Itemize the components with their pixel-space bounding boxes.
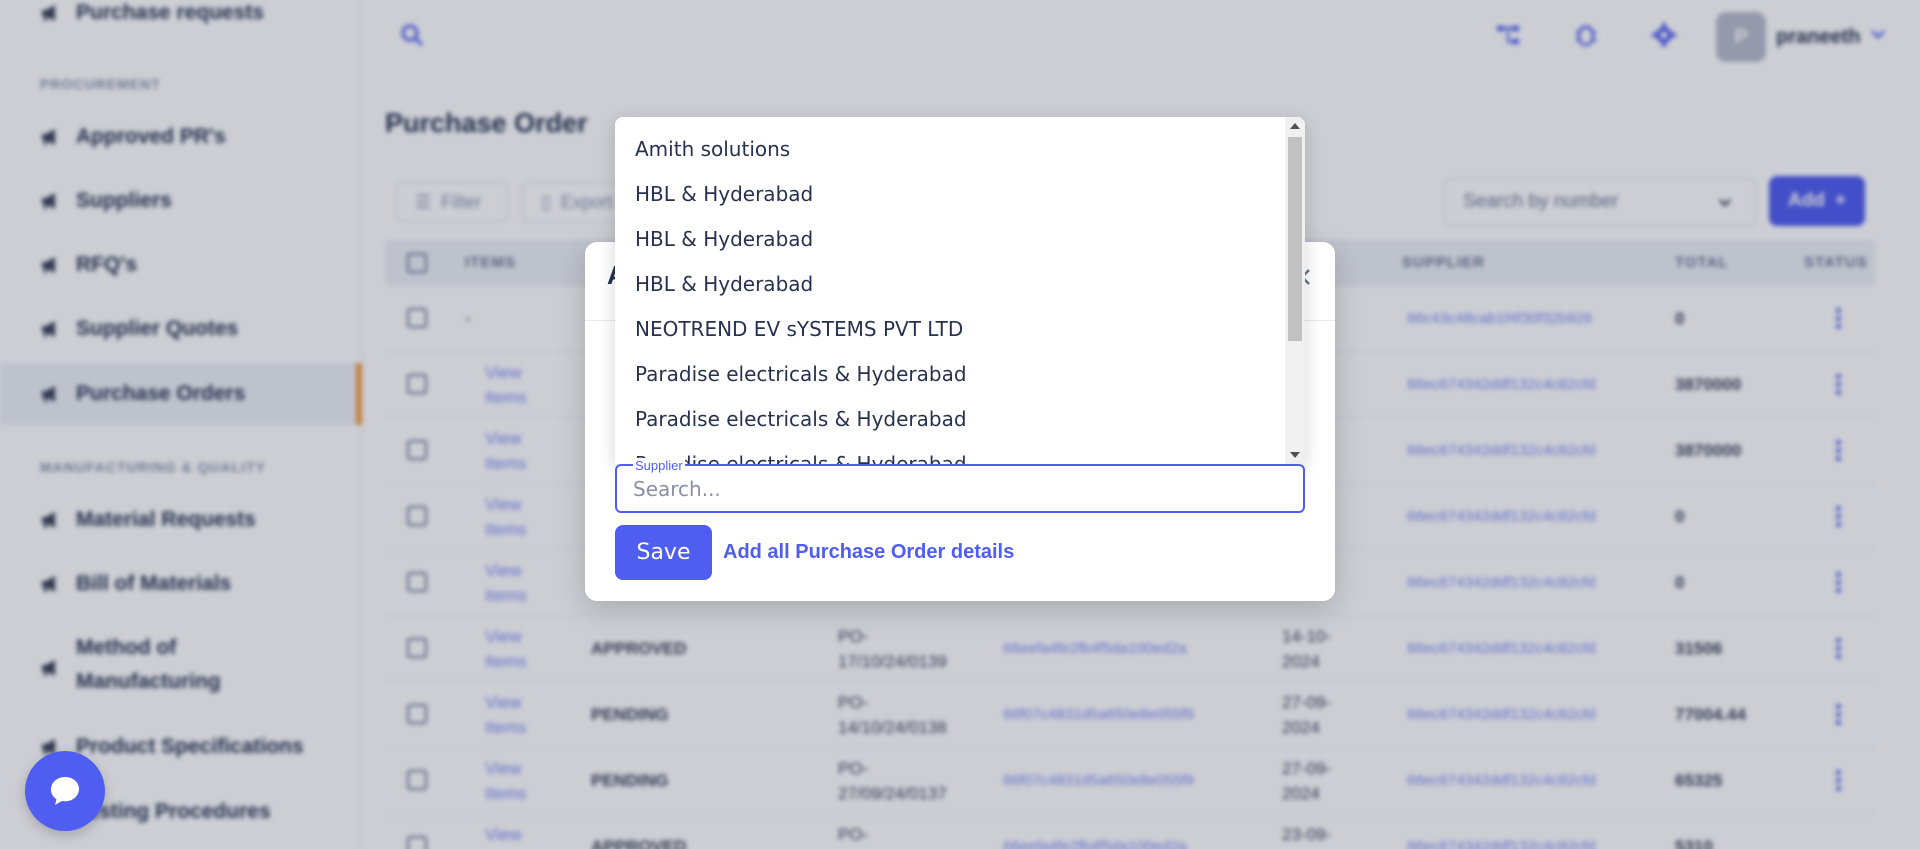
dropdown-scrollbar[interactable] bbox=[1285, 117, 1305, 464]
supplier-option[interactable]: HBL & Hyderabad bbox=[635, 182, 813, 206]
scroll-thumb[interactable] bbox=[1288, 137, 1302, 341]
scroll-down-arrow-icon[interactable] bbox=[1290, 452, 1300, 458]
supplier-search-input[interactable] bbox=[615, 464, 1305, 513]
supplier-field-label: Supplier bbox=[633, 458, 685, 473]
save-button[interactable]: Save bbox=[615, 525, 712, 580]
chat-widget-button[interactable] bbox=[25, 751, 105, 831]
scroll-up-arrow-icon[interactable] bbox=[1290, 123, 1300, 129]
add-all-purchase-order-details-link[interactable]: Add all Purchase Order details bbox=[723, 541, 1014, 564]
chat-bubble-icon bbox=[51, 777, 79, 805]
supplier-option[interactable]: Paradise electricals & Hyderabad bbox=[635, 362, 967, 386]
supplier-dropdown-list[interactable]: Amith solutions HBL & Hyderabad HBL & Hy… bbox=[615, 117, 1305, 464]
supplier-option[interactable]: Paradise electricals & Hyderabad bbox=[635, 407, 967, 431]
supplier-option[interactable]: Paradise electricals & Hyderabad bbox=[635, 452, 967, 464]
supplier-option[interactable]: HBL & Hyderabad bbox=[635, 272, 813, 296]
supplier-option[interactable]: Amith solutions bbox=[635, 137, 790, 161]
supplier-option[interactable]: HBL & Hyderabad bbox=[635, 227, 813, 251]
supplier-option[interactable]: NEOTREND EV sYSTEMS PVT LTD bbox=[635, 317, 963, 341]
